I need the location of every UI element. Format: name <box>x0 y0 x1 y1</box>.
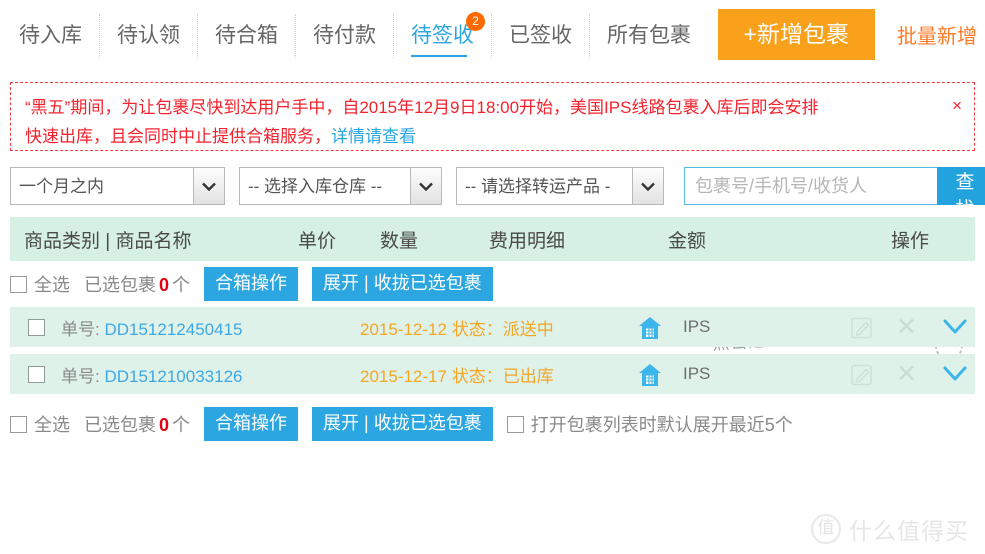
header-actions: +新增包裹 批量新增 <box>717 9 977 60</box>
tab-all-packages[interactable]: 所有包裹 <box>590 14 708 58</box>
tab-label: 待入库 <box>19 24 82 47</box>
chevron-down-icon[interactable] <box>942 318 968 341</box>
tab-active-underline <box>411 55 467 57</box>
edit-icon[interactable] <box>850 363 874 392</box>
notice-line-1: “黑五”期间，为让包裹尽快到达用户手中，自2015年12月9日18:00开始，美… <box>25 98 819 117</box>
package-date: 2015-12-12 <box>360 319 447 339</box>
tab-label: 已签收 <box>509 24 572 47</box>
tab-pending-receipt[interactable]: 待签收 2 <box>394 12 492 58</box>
package-status-value: 已出库 <box>502 366 554 386</box>
row-checkbox[interactable] <box>28 318 45 336</box>
search-button[interactable]: 查找 <box>937 167 985 220</box>
tab-received[interactable]: 已签收 <box>492 14 590 58</box>
merge-box-button-bottom[interactable]: 合箱操作 <box>204 407 299 441</box>
tab-label: 待认领 <box>117 24 180 47</box>
tab-list: 待入库 待认领 待合箱 待付款 待签收 2 已签收 所有包裹 <box>2 6 708 66</box>
expand-collapse-button-bottom[interactable]: 展开 | 收拢已选包裹 <box>312 407 493 441</box>
selected-count-top: 已选包裹 0 个 <box>84 271 190 297</box>
package-number-label: 单号: <box>61 319 100 339</box>
select-all-checkbox-top[interactable] <box>10 275 27 293</box>
home-icon[interactable] <box>637 362 663 393</box>
tab-badge-count: 2 <box>466 12 485 31</box>
tab-pending-claim[interactable]: 待认领 <box>100 14 198 58</box>
package-number-value[interactable]: DD151212450415 <box>104 320 242 339</box>
filter-bar: 一个月之内 -- 选择入库仓库 -- -- 请选择转运产品 - 查找 <box>0 151 985 220</box>
column-header-product: 商品类别 | 商品名称 <box>24 230 192 252</box>
watermark-logo-icon: 值 <box>811 514 841 544</box>
watermark-text: 什么值得买 <box>849 518 969 544</box>
package-date: 2015-12-17 <box>360 366 447 386</box>
column-header-fee: 费用明细 <box>489 230 566 252</box>
watermark: 值 什么值得买 <box>811 512 969 546</box>
add-package-button[interactable]: +新增包裹 <box>717 9 875 60</box>
selected-count-value: 0 <box>159 275 170 295</box>
chevron-down-icon[interactable] <box>942 365 968 388</box>
period-select-wrapper: 一个月之内 <box>10 167 225 205</box>
notice-detail-link[interactable]: 详情请查看 <box>331 127 416 146</box>
column-header-amount: 金额 <box>668 230 707 252</box>
notice-banner: “黑五”期间，为让包裹尽快到达用户手中，自2015年12月9日18:00开始，美… <box>10 82 975 151</box>
table-row[interactable]: 单号: DD151212450415 2015-12-12 状态：派送中 IPS… <box>10 307 975 347</box>
tab-pending-inbound[interactable]: 待入库 <box>2 14 100 58</box>
edit-icon[interactable] <box>850 316 874 345</box>
package-number: 单号: DD151210033126 <box>61 362 242 387</box>
select-all-label-top: 全选 <box>34 275 70 295</box>
column-header-action: 操作 <box>891 230 930 252</box>
table-header-row: 商品类别 | 商品名称 单价 数量 费用明细 金额 操作 <box>10 217 975 261</box>
toolbar-bottom: 全选 已选包裹 0 个 合箱操作 展开 | 收拢已选包裹 打开包裹列表时默认展开最近… <box>10 401 975 447</box>
tab-pending-payment[interactable]: 待付款 <box>296 14 394 58</box>
select-all-checkbox-bottom[interactable] <box>10 415 27 433</box>
tab-label: 待合箱 <box>215 24 278 47</box>
tab-label: 所有包裹 <box>607 24 691 47</box>
close-icon[interactable]: × <box>952 91 962 120</box>
package-list: 单号: DD151212450415 2015-12-12 状态：派送中 IPS… <box>10 307 975 394</box>
select-all-label-bottom: 全选 <box>34 415 70 435</box>
notice-line-2: 快速出库，且会同时中止提供合箱服务，详情请查看 <box>25 122 960 151</box>
search-input[interactable] <box>684 167 937 205</box>
selected-suffix: 个 <box>172 275 191 295</box>
bulk-add-link[interactable]: 批量新增 <box>897 20 977 49</box>
auto-expand-checkbox[interactable] <box>506 415 524 433</box>
expand-collapse-button-top[interactable]: 展开 | 收拢已选包裹 <box>312 267 493 301</box>
merge-box-button-top[interactable]: 合箱操作 <box>204 267 299 301</box>
selected-suffix: 个 <box>172 415 191 435</box>
package-number: 单号: DD151212450415 <box>61 315 242 340</box>
selected-count-value: 0 <box>159 415 170 435</box>
tab-pending-merge[interactable]: 待合箱 <box>198 14 296 58</box>
column-header-price: 单价 <box>298 230 337 252</box>
selected-prefix: 已选包裹 <box>84 415 156 435</box>
search-group: 查找 <box>684 167 985 220</box>
carrier-name: IPS <box>683 364 711 383</box>
selected-count-bottom: 已选包裹 0 个 <box>84 411 190 437</box>
column-header-quantity: 数量 <box>380 230 419 252</box>
package-number-value[interactable]: DD151210033126 <box>104 367 242 386</box>
product-select-wrapper: -- 请选择转运产品 - <box>456 167 664 205</box>
tab-label: 待签收 <box>411 24 474 47</box>
delete-icon[interactable]: ✕ <box>896 359 917 389</box>
row-checkbox[interactable] <box>28 365 45 383</box>
package-status-label: 状态： <box>451 366 503 386</box>
toolbar-top: 全选 已选包裹 0 个 合箱操作 展开 | 收拢已选包裹 <box>10 261 975 307</box>
period-select[interactable]: 一个月之内 <box>10 167 225 205</box>
tab-bar: 待入库 待认领 待合箱 待付款 待签收 2 已签收 所有包裹 +新增包裹 批量新… <box>0 0 985 82</box>
package-status: 2015-12-12 状态：派送中 <box>360 315 554 340</box>
package-status: 2015-12-17 状态：已出库 <box>360 362 554 387</box>
carrier-name: IPS <box>683 317 711 336</box>
package-number-label: 单号: <box>61 366 100 386</box>
warehouse-select[interactable]: -- 选择入库仓库 -- <box>239 167 442 205</box>
home-icon[interactable] <box>637 315 663 346</box>
table-row[interactable]: 单号: DD151210033126 2015-12-17 状态：已出库 IPS… <box>10 354 975 394</box>
product-select[interactable]: -- 请选择转运产品 - <box>456 167 664 205</box>
selected-prefix: 已选包裹 <box>84 275 156 295</box>
warehouse-select-wrapper: -- 选择入库仓库 -- <box>239 167 442 205</box>
tab-label: 待付款 <box>313 24 376 47</box>
delete-icon[interactable]: ✕ <box>896 312 917 342</box>
auto-expand-label: 打开包裹列表时默认展开最近5个 <box>530 415 793 435</box>
package-status-value: 派送中 <box>502 319 554 339</box>
notice-line-2-text: 快速出库，且会同时中止提供合箱服务， <box>25 127 331 146</box>
package-status-label: 状态： <box>451 319 503 339</box>
